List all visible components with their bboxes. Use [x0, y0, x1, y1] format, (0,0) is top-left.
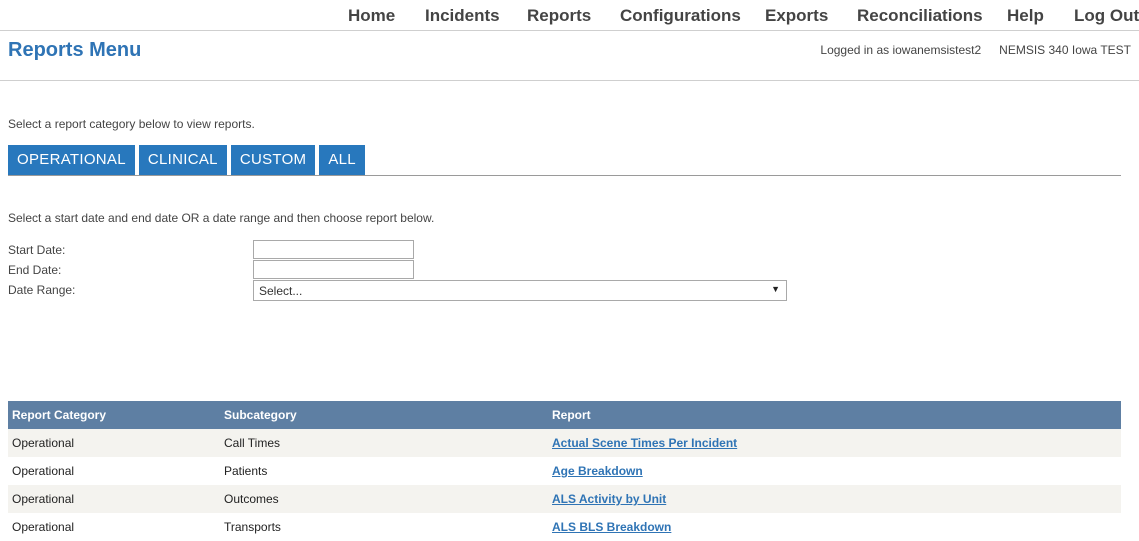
- nav-log-out[interactable]: Log Out: [1074, 6, 1139, 26]
- logged-in-text: Logged in as iowanemsistest2: [820, 43, 982, 57]
- nav-home[interactable]: Home: [348, 6, 395, 26]
- header-report: Report: [552, 408, 591, 422]
- row-subcategory: Outcomes: [224, 492, 279, 506]
- date-range-selected: Select...: [259, 284, 303, 298]
- start-date-label: Start Date:: [8, 243, 66, 257]
- date-instructions: Select a start date and end date OR a da…: [8, 211, 435, 225]
- header-subcategory: Subcategory: [224, 408, 297, 422]
- report-link[interactable]: ALS BLS Breakdown: [552, 520, 671, 534]
- date-range-label: Date Range:: [8, 283, 76, 297]
- tab-all[interactable]: ALL: [319, 145, 365, 175]
- tab-custom[interactable]: CUSTOM: [230, 145, 316, 175]
- nav-reconciliations[interactable]: Reconciliations: [857, 6, 983, 26]
- row-category: Operational: [12, 436, 75, 450]
- start-date-input[interactable]: [253, 240, 414, 259]
- user-info: Logged in as iowanemsistest2 NEMSIS 340 I…: [820, 43, 1131, 57]
- nav-configurations[interactable]: Configurations: [620, 6, 741, 26]
- top-nav: Home Incidents Reports Configurations Ex…: [0, 0, 1139, 31]
- report-link[interactable]: Age Breakdown: [552, 464, 643, 478]
- tab-operational[interactable]: OPERATIONAL: [8, 145, 135, 175]
- system-name: NEMSIS 340 Iowa TEST: [999, 43, 1131, 57]
- report-link[interactable]: ALS Activity by Unit: [552, 492, 666, 506]
- nav-exports[interactable]: Exports: [765, 6, 828, 26]
- date-range-select[interactable]: Select... ▼: [253, 280, 787, 301]
- category-tabs: OPERATIONAL CLINICAL CUSTOM ALL: [8, 145, 365, 175]
- nav-reports[interactable]: Reports: [527, 6, 591, 26]
- page-title: Reports Menu: [8, 39, 142, 61]
- end-date-label: End Date:: [8, 263, 62, 277]
- table-row: Operational Patients Age Breakdown: [8, 457, 1121, 485]
- end-date-input[interactable]: [253, 260, 414, 279]
- tabs-divider: [8, 175, 1121, 176]
- row-subcategory: Transports: [224, 520, 281, 534]
- row-category: Operational: [12, 464, 75, 478]
- row-subcategory: Patients: [224, 464, 268, 478]
- dropdown-arrow-icon: ▼: [771, 284, 780, 294]
- table-row: Operational Call Times Actual Scene Time…: [8, 429, 1121, 457]
- header-report-category: Report Category: [12, 408, 107, 422]
- category-instructions: Select a report category below to view r…: [8, 117, 255, 131]
- nav-incidents[interactable]: Incidents: [425, 6, 500, 26]
- row-category: Operational: [12, 492, 75, 506]
- header-divider: [0, 80, 1139, 81]
- table-row: Operational Transports ALS BLS Breakdown: [8, 513, 1121, 541]
- table-header: Report Category Subcategory Report: [8, 401, 1121, 429]
- reports-table: Report Category Subcategory Report Opera…: [8, 401, 1121, 541]
- nav-help[interactable]: Help: [1007, 6, 1044, 26]
- row-category: Operational: [12, 520, 75, 534]
- report-link[interactable]: Actual Scene Times Per Incident: [552, 436, 737, 450]
- tab-clinical[interactable]: CLINICAL: [138, 145, 227, 175]
- table-row: Operational Outcomes ALS Activity by Uni…: [8, 485, 1121, 513]
- row-subcategory: Call Times: [224, 436, 281, 450]
